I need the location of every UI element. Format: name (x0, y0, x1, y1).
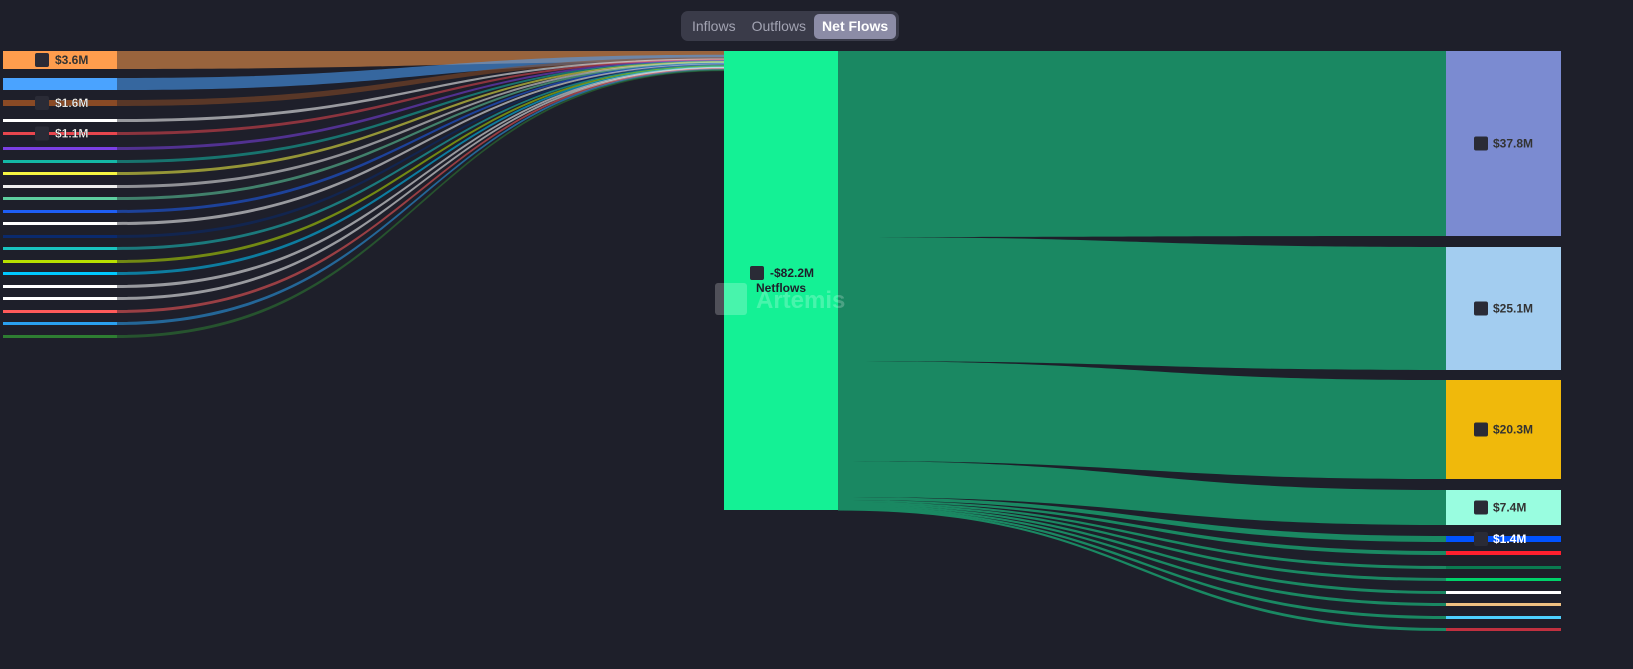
source-node (3, 172, 117, 175)
token-icon (35, 96, 49, 110)
source-node (3, 78, 117, 90)
source-node (3, 310, 117, 313)
target-node (1446, 603, 1561, 606)
sankey-chart: $3.6M$1.6M$1.1M-$82.2MNetflows$37.8M$25.… (3, 51, 1561, 631)
source-label: $1.6M (55, 96, 88, 110)
source-label: $1.1M (55, 127, 88, 141)
artemis-logo-icon (715, 283, 747, 315)
center-value: -$82.2M (770, 266, 814, 280)
solana-icon (750, 266, 764, 280)
source-node (3, 285, 117, 288)
bnb-icon (1474, 422, 1488, 437)
arbitrum-icon (1474, 301, 1488, 316)
target-label: $7.4M (1493, 501, 1526, 515)
artemis-watermark: Artemis (715, 283, 845, 315)
source-node (3, 297, 117, 300)
watermark-text: Artemis (756, 287, 845, 314)
avalanche-icon (35, 126, 49, 141)
source-node (3, 222, 117, 225)
target-label: $20.3M (1493, 423, 1533, 437)
source-node (3, 322, 117, 325)
source-node (3, 119, 117, 122)
target-node (1446, 551, 1561, 555)
source-node (3, 147, 117, 150)
target-node (1446, 628, 1561, 631)
source-node (3, 272, 117, 275)
target-label: $1.4M (1493, 532, 1526, 546)
base-icon (1474, 532, 1488, 546)
exchange-icon (35, 53, 49, 67)
target-link (838, 51, 1446, 237)
target-node (1446, 566, 1561, 569)
target-node (1446, 591, 1561, 594)
source-node (3, 185, 117, 188)
target-label: $37.8M (1493, 137, 1533, 151)
target-label: $25.1M (1493, 302, 1533, 316)
target-link (838, 237, 1446, 370)
ethereum-icon (1474, 136, 1488, 151)
source-node (3, 235, 117, 238)
target-node (1446, 578, 1561, 581)
source-node (3, 197, 117, 200)
source-node (3, 335, 117, 338)
source-node (3, 260, 117, 263)
source-link (117, 68, 724, 325)
source-node (3, 247, 117, 250)
target-link (838, 361, 1446, 479)
source-node (3, 210, 117, 213)
source-link (117, 65, 724, 264)
source-node (3, 160, 117, 163)
source-link (117, 69, 724, 339)
target-node (1446, 616, 1561, 619)
sui-icon (1474, 500, 1488, 515)
source-label: $3.6M (55, 53, 88, 67)
